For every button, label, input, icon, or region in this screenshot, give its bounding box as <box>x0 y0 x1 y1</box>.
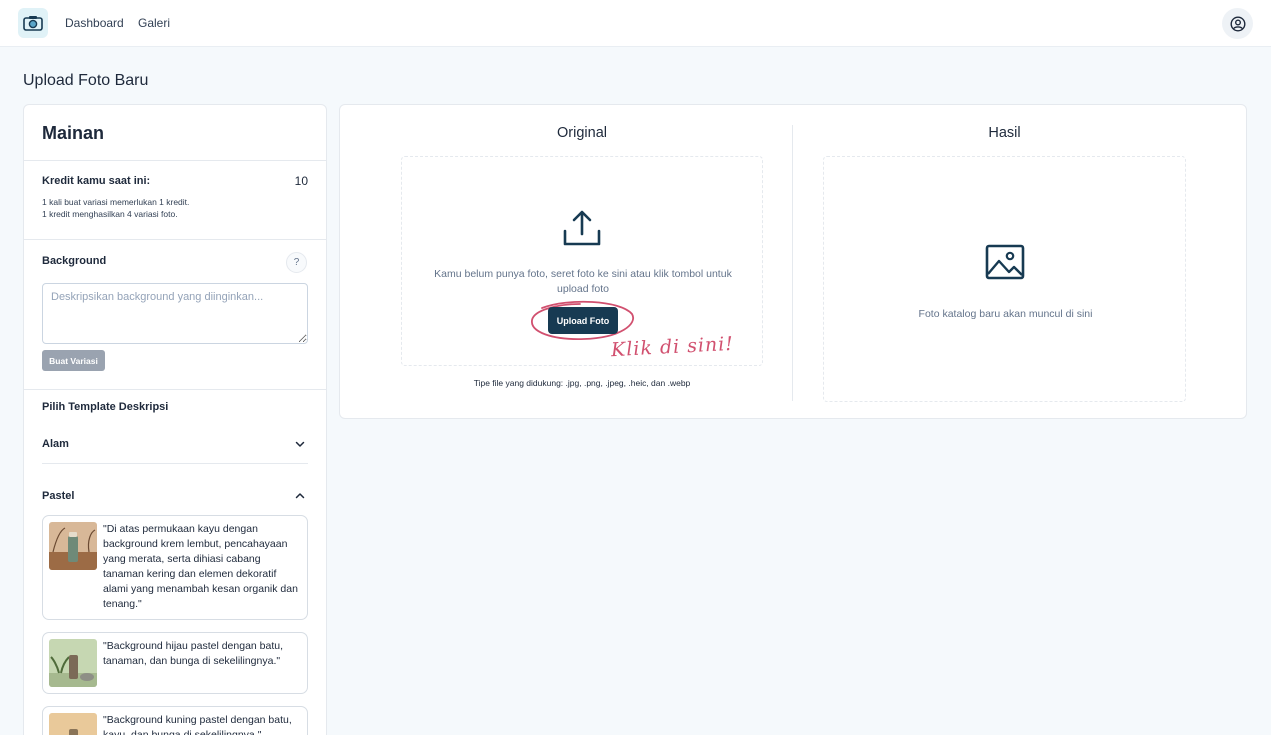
settings-panel: Mainan Kredit kamu saat ini: 10 1 kali b… <box>23 104 327 735</box>
supported-file-types: Tipe file yang didukung: .jpg, .png, .jp… <box>473 378 691 388</box>
result-preview: Foto katalog baru akan muncul di sini <box>823 156 1186 402</box>
upload-icon <box>563 210 601 246</box>
chevron-down-icon <box>295 441 305 447</box>
credit-note: 1 kredit menghasilkan 4 variasi foto. <box>42 209 178 219</box>
user-circle-icon <box>1229 15 1246 32</box>
result-title: Hasil <box>988 125 1021 141</box>
accordion-label: Pastel <box>42 490 75 502</box>
nav-dashboard-link[interactable]: Dashboard <box>65 16 124 30</box>
template-description: "Background kuning pastel dengan batu, k… <box>103 714 292 735</box>
result-placeholder: Foto katalog baru akan muncul di sini <box>918 308 1093 320</box>
accordion-alam[interactable]: Alam <box>42 432 308 456</box>
template-card[interactable]: "Background kuning pastel dengan batu, k… <box>42 706 308 735</box>
upload-panel: Original Hasil Kamu belum punya foto, se… <box>339 104 1247 419</box>
template-card[interactable]: "Background hijau pastel dengan batu, ta… <box>42 632 308 694</box>
chevron-up-icon <box>295 493 305 499</box>
divider <box>24 389 326 390</box>
template-label: Pilih Template Deskripsi <box>42 401 169 413</box>
product-title: Mainan <box>42 123 105 143</box>
template-description: "Di atas permukaan kayu dengan backgroun… <box>103 523 298 610</box>
help-button[interactable]: ? <box>286 252 307 273</box>
original-title: Original <box>557 125 607 141</box>
nav-galeri-link[interactable]: Galeri <box>138 16 170 30</box>
divider <box>42 463 308 464</box>
buat-variasi-button[interactable]: Buat Variasi <box>42 350 105 371</box>
column-divider <box>792 125 793 401</box>
background-label: Background <box>42 255 107 267</box>
user-account-button[interactable] <box>1222 8 1253 39</box>
credit-label: Kredit kamu saat ini: <box>42 175 151 187</box>
top-navbar: Dashboard Galeri <box>0 0 1271 47</box>
accordion-label: Alam <box>42 438 69 450</box>
page-title: Upload Foto Baru <box>23 72 149 89</box>
accordion-pastel[interactable]: Pastel <box>42 484 308 508</box>
dropzone-instruction: Kamu belum punya foto, seret foto ke sin… <box>434 268 732 295</box>
divider <box>24 160 326 161</box>
upload-foto-button[interactable]: Upload Foto <box>548 307 618 334</box>
template-card[interactable]: "Di atas permukaan kayu dengan backgroun… <box>42 515 308 620</box>
credit-value: 10 <box>294 174 308 188</box>
divider <box>24 239 326 240</box>
background-description-input[interactable] <box>42 283 308 344</box>
template-thumbnail <box>49 713 97 735</box>
template-thumbnail <box>49 522 97 570</box>
template-description: "Background hijau pastel dengan batu, ta… <box>103 640 284 667</box>
credit-note: 1 kali buat variasi memerlukan 1 kredit. <box>42 197 190 207</box>
image-icon <box>985 244 1025 280</box>
template-thumbnail <box>49 639 97 687</box>
camera-icon[interactable] <box>18 8 48 38</box>
